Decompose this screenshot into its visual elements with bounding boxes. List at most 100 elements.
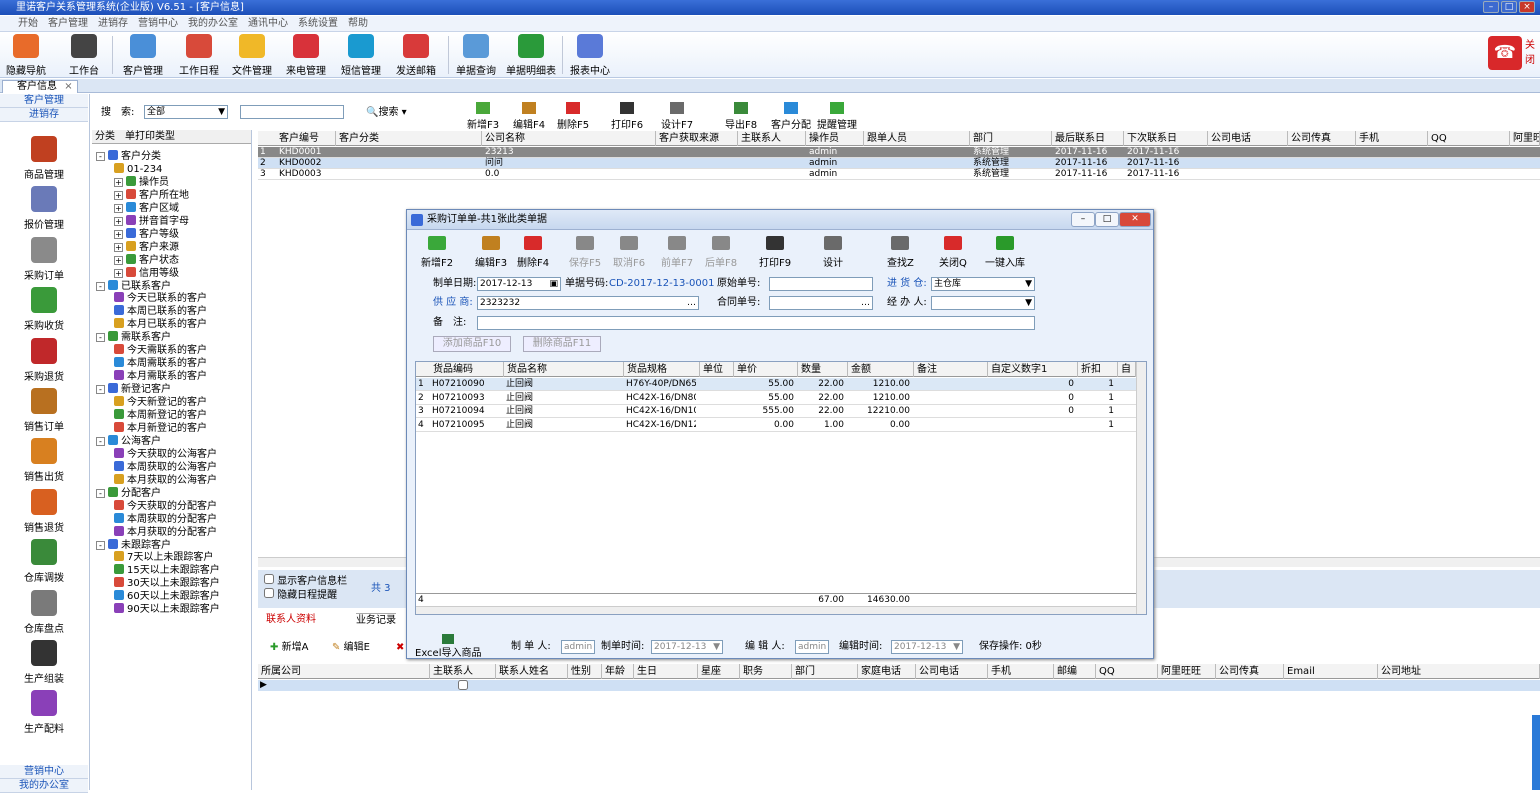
tree-node[interactable]: 本周新登记的客户 <box>114 409 207 422</box>
expand-icon[interactable]: + <box>114 190 123 200</box>
nav-category[interactable]: 客户管理 <box>0 94 88 108</box>
column-header[interactable]: 自定义数字1 <box>988 362 1078 377</box>
close-icon[interactable]: ✕ <box>1119 212 1151 227</box>
nav-item[interactable]: 报价管理 <box>0 186 88 231</box>
tree-node[interactable]: 本周已联系的客户 <box>114 305 207 318</box>
tree-node[interactable]: 本月新登记的客户 <box>114 421 207 435</box>
column-header[interactable]: 客户编号 <box>276 131 336 146</box>
expand-icon[interactable]: - <box>96 152 105 161</box>
toolbar-button[interactable]: 短信管理 <box>338 34 384 77</box>
column-header[interactable]: 邮编 <box>1054 664 1096 679</box>
close-tab-icon[interactable]: × <box>64 81 72 92</box>
nav-item[interactable]: 销售退货 <box>0 488 88 534</box>
column-header[interactable]: 部门 <box>970 131 1052 146</box>
nav-item[interactable]: 销售订单 <box>0 388 88 433</box>
dialog-tool-button[interactable]: 一键入库 <box>985 236 1025 269</box>
tree-node[interactable]: 本月获取的公海客户 <box>114 473 217 487</box>
maximize-icon[interactable]: □ <box>1501 1 1517 13</box>
tree-node[interactable]: - 公海客户 <box>96 434 161 448</box>
tree-node[interactable]: + 客户状态 <box>114 253 179 267</box>
dialog-tool-button[interactable]: 后单F8 <box>705 236 737 269</box>
tree-node[interactable]: 本周需联系的客户 <box>114 357 207 370</box>
supplier-field[interactable]: 2323232… <box>477 296 699 310</box>
nav-category[interactable]: 我的办公室 <box>0 779 88 793</box>
warehouse-select[interactable]: 主仓库 ▼ <box>931 277 1035 291</box>
column-header[interactable]: 星座 <box>698 664 740 679</box>
column-header[interactable]: 公司传真 <box>1288 131 1356 146</box>
column-header[interactable]: 主联系人 <box>430 664 496 679</box>
menu-item[interactable]: 营销中心 <box>138 18 178 29</box>
tree-node[interactable]: - 分配客户 <box>96 486 161 500</box>
column-header[interactable]: 职务 <box>740 664 792 679</box>
menu-item[interactable]: 客户管理 <box>48 18 88 29</box>
nav-category[interactable]: 营销中心 <box>0 765 88 779</box>
toolbar-button[interactable]: 报表中心 <box>568 34 612 77</box>
column-header[interactable]: 下次联系日 <box>1124 131 1208 146</box>
column-header[interactable]: 单价 <box>734 362 798 377</box>
nav-item[interactable]: 采购订单 <box>0 236 88 282</box>
column-header[interactable]: 阿里旺旺 <box>1158 664 1216 679</box>
tree-tab[interactable]: 分类 <box>95 131 115 142</box>
nav-item[interactable]: 仓库盘点 <box>0 589 88 635</box>
maketime-field[interactable]: 2017-12-13 ▼ <box>651 640 723 654</box>
column-header[interactable]: 自 <box>1118 362 1136 377</box>
expand-icon[interactable]: - <box>96 540 105 550</box>
table-row[interactable]: 1 H07210090 止回阀 H76Y-40P/DN65 55.00 22.00 1210… <box>416 378 1136 391</box>
toolbar-button[interactable]: 客户管理 <box>118 34 168 77</box>
column-header[interactable]: 公司地址 <box>1378 664 1540 679</box>
tree-node[interactable]: 今天需联系的客户 <box>114 344 207 357</box>
table-row[interactable]: 3 KHD0003 0.0 admin 系统管理 2017-11-16 2017-11-16 <box>258 169 1540 180</box>
tab-contacts[interactable]: 联系人资料 <box>266 613 316 627</box>
tab-customer-info[interactable]: 客户信息 × <box>2 80 78 93</box>
tree-node[interactable]: - 已联系客户 <box>96 279 171 293</box>
delete-item-button[interactable]: 删除商品F11 <box>523 336 601 352</box>
column-header[interactable]: 所属公司 <box>258 664 430 679</box>
column-header[interactable]: 联系人姓名 <box>496 664 568 679</box>
dialog-tool-button[interactable]: 删除F4 <box>517 236 549 269</box>
editor-field[interactable]: admin <box>795 640 829 654</box>
tree-node[interactable]: - 新登记客户 <box>96 383 171 396</box>
nav-category[interactable]: 进销存 <box>0 108 88 122</box>
minimize-icon[interactable]: – <box>1483 1 1499 13</box>
tab-business-records[interactable]: 业务记录 <box>356 613 396 628</box>
toolbar-button[interactable]: 隐藏导航 <box>6 34 46 77</box>
dialog-tool-button[interactable]: 前单F7 <box>661 236 693 269</box>
minimize-icon[interactable]: – <box>1071 212 1095 227</box>
nav-item[interactable]: 采购退货 <box>0 337 88 383</box>
column-header[interactable]: Email <box>1284 664 1378 679</box>
nav-item[interactable]: 生产组装 <box>0 640 88 685</box>
column-header[interactable]: 货品编码 <box>430 362 504 377</box>
tree-node[interactable]: - 未跟踪客户 <box>96 538 171 552</box>
table-row[interactable]: 2 KHD0002 问问 admin 系统管理 2017-11-16 2017-11-16 <box>258 158 1540 169</box>
tree-node[interactable]: + 客户所在地 <box>114 188 189 202</box>
expand-icon[interactable]: + <box>114 242 123 252</box>
dialog-tool-button[interactable]: 打印F9 <box>759 236 791 269</box>
show-customer-info-checkbox[interactable]: 显示客户信息栏 <box>264 574 347 589</box>
hide-schedule-checkbox[interactable]: 隐藏日程提醒 <box>264 588 337 603</box>
column-header[interactable]: QQ <box>1096 664 1158 679</box>
tree-tab[interactable]: 单打印类型 <box>125 131 175 142</box>
date-field[interactable]: 2017-12-13 ▣ <box>477 277 561 291</box>
column-header[interactable]: 公司电话 <box>916 664 988 679</box>
column-header[interactable]: 备注 <box>914 362 988 377</box>
search-toolbar-button[interactable]: 删除F5 <box>557 102 589 131</box>
tree-node[interactable]: 7天以上未跟踪客户 <box>114 551 213 564</box>
menu-item[interactable]: 进销存 <box>98 18 128 29</box>
tree-node[interactable]: 90天以上未跟踪客户 <box>114 603 220 616</box>
nav-item[interactable]: 采购收货 <box>0 287 88 332</box>
column-header[interactable]: 操作员 <box>806 131 864 146</box>
tree-node[interactable]: 今天新登记的客户 <box>114 396 207 409</box>
expand-icon[interactable]: - <box>96 436 105 446</box>
maximize-icon[interactable]: □ <box>1095 212 1119 227</box>
phone-icon[interactable]: ☎ <box>1488 36 1522 70</box>
tree-node[interactable]: 今天获取的分配客户 <box>114 499 217 513</box>
tree-node[interactable]: 本月已联系的客户 <box>114 318 207 331</box>
tree-node[interactable]: 本月需联系的客户 <box>114 370 207 383</box>
expand-icon[interactable]: + <box>114 255 123 265</box>
dialog-tool-button[interactable]: 编辑F3 <box>475 236 507 269</box>
column-header[interactable]: 单位 <box>700 362 734 377</box>
expand-icon[interactable]: + <box>114 203 123 213</box>
column-header[interactable]: 性别 <box>568 664 602 679</box>
dialog-tool-button[interactable]: 取消F6 <box>613 236 645 269</box>
table-row[interactable]: 1 KHD0001 23213 admin 系统管理 2017-11-16 2017-11-… <box>258 147 1540 158</box>
